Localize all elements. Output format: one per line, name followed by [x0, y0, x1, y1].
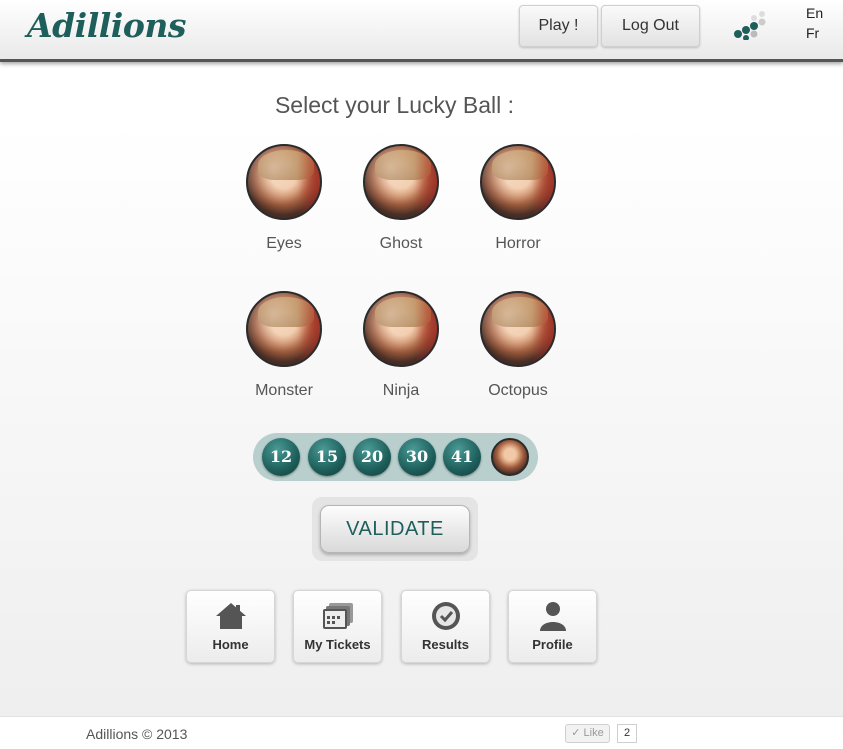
lucky-ball-ninja[interactable]: Ninja — [351, 291, 451, 400]
home-icon — [216, 603, 246, 629]
language-fr[interactable]: Fr — [806, 25, 819, 41]
ball-label: Ghost — [379, 235, 423, 252]
nav-label: My Tickets — [304, 637, 371, 652]
footer: Adillions © 2013 ✓ Like 2 — [0, 716, 843, 749]
lucky-ball-octopus[interactable]: Octopus — [468, 291, 568, 400]
nav-label: Profile — [532, 637, 573, 652]
like-button[interactable]: ✓ Like — [565, 724, 610, 743]
number-ball: 41 — [443, 438, 481, 476]
like-count: 2 — [617, 724, 637, 743]
like-label: Like — [583, 727, 604, 739]
logo[interactable]: Adillions — [27, 6, 186, 45]
profile-icon — [540, 602, 566, 631]
lucky-ball-monster[interactable]: Monster — [234, 291, 334, 400]
ball-label: Eyes — [266, 235, 302, 252]
check-icon: ✓ — [571, 727, 581, 739]
language-en[interactable]: En — [806, 5, 823, 21]
validate-container: VALIDATE — [312, 497, 478, 561]
logout-button[interactable]: Log Out — [601, 5, 700, 47]
page-title: Select your Lucky Ball : — [274, 92, 515, 118]
number-ball: 30 — [398, 438, 436, 476]
dots-logo-icon — [734, 11, 766, 40]
ball-label: Ninja — [382, 382, 420, 399]
nav-label: Home — [212, 637, 249, 652]
ball-label: Horror — [495, 235, 541, 252]
nav-profile[interactable]: Profile — [508, 590, 597, 663]
nav-results[interactable]: Results — [401, 590, 490, 663]
lucky-ball-eyes[interactable]: Eyes — [234, 144, 334, 253]
copyright: Adillions © 2013 — [86, 726, 188, 742]
number-ball: 15 — [308, 438, 346, 476]
selected-numbers: 12 15 20 30 41 — [253, 433, 538, 481]
lucky-ball-horror[interactable]: Horror — [468, 144, 568, 253]
play-button[interactable]: Play ! — [519, 5, 598, 47]
results-icon — [432, 602, 460, 630]
lucky-ball-ghost[interactable]: Ghost — [351, 144, 451, 253]
nav-home[interactable]: Home — [186, 590, 275, 663]
ball-avatar — [480, 144, 556, 220]
nav-label: Results — [422, 637, 469, 652]
nav-my-tickets[interactable]: My Tickets — [293, 590, 382, 663]
ball-avatar — [363, 291, 439, 367]
header: Adillions Play ! Log Out En Fr — [0, 0, 843, 62]
validate-button[interactable]: VALIDATE — [320, 505, 470, 553]
ball-label: Octopus — [488, 382, 548, 399]
ball-label: Monster — [255, 382, 313, 399]
number-ball: 12 — [262, 438, 300, 476]
ball-avatar — [363, 144, 439, 220]
ball-avatar — [480, 291, 556, 367]
ball-avatar — [246, 291, 322, 367]
tickets-icon — [323, 603, 353, 629]
ball-avatar — [246, 144, 322, 220]
number-ball: 20 — [353, 438, 391, 476]
selected-lucky-ball — [491, 438, 529, 476]
